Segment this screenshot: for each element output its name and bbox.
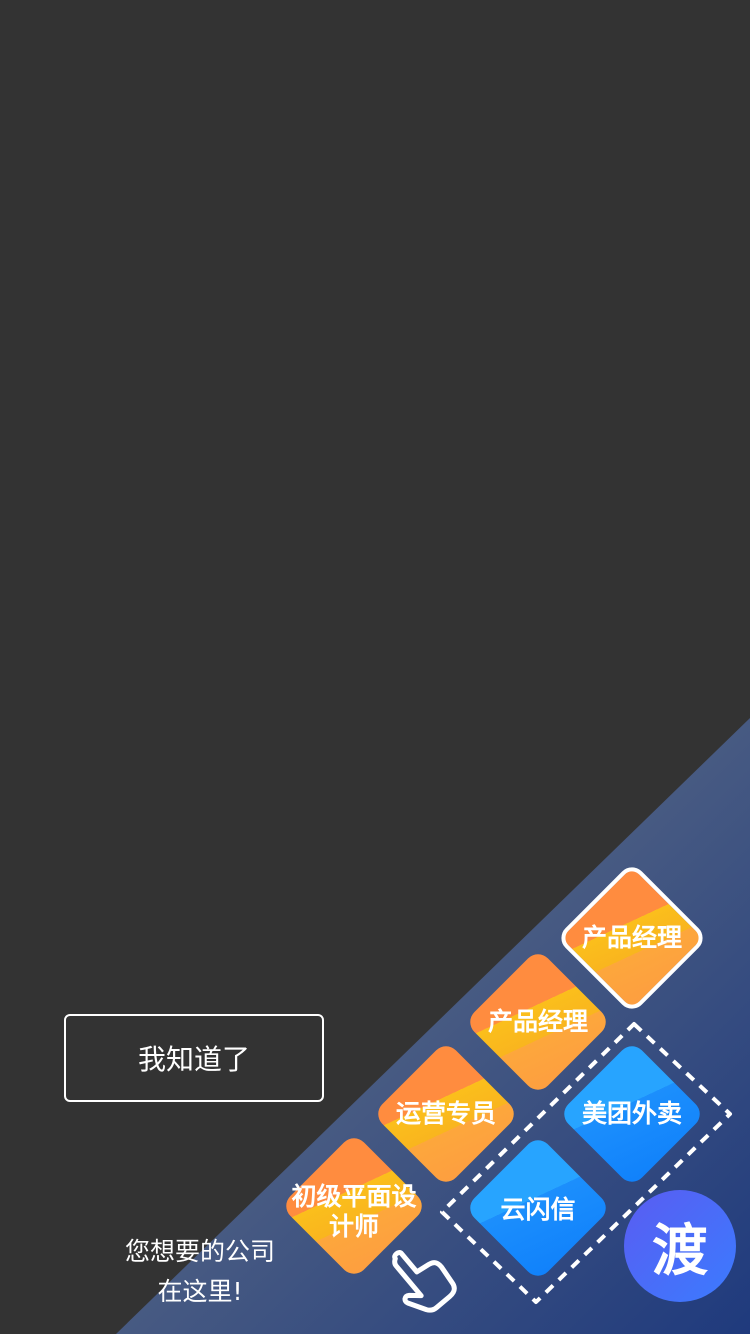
tile-label: 美团外卖 [581, 1099, 683, 1128]
tile-label: 云闪信 [500, 1195, 576, 1224]
hint-text: 您想要的公司 在这里! [100, 1232, 300, 1312]
hand-pointer-icon [392, 1250, 457, 1313]
hint-line-2: 在这里! [157, 1277, 243, 1306]
guide-overlay: 我知道了 产品经理 产品经理 运营专员 初级平面设计师 美团外卖 云闪信 您想要… [0, 0, 750, 1334]
got-it-button[interactable]: 我知道了 [64, 1014, 324, 1102]
hint-line-1: 您想要的公司 [124, 1237, 275, 1266]
app-logo[interactable]: 渡 [624, 1190, 736, 1302]
logo-glyph: 渡 [652, 1218, 708, 1284]
tile-label: 产品经理 [487, 1007, 589, 1036]
tile-label: 初级平面设计师 [291, 1182, 417, 1241]
tile-label: 运营专员 [395, 1099, 497, 1128]
tile-label: 产品经理 [581, 923, 683, 952]
